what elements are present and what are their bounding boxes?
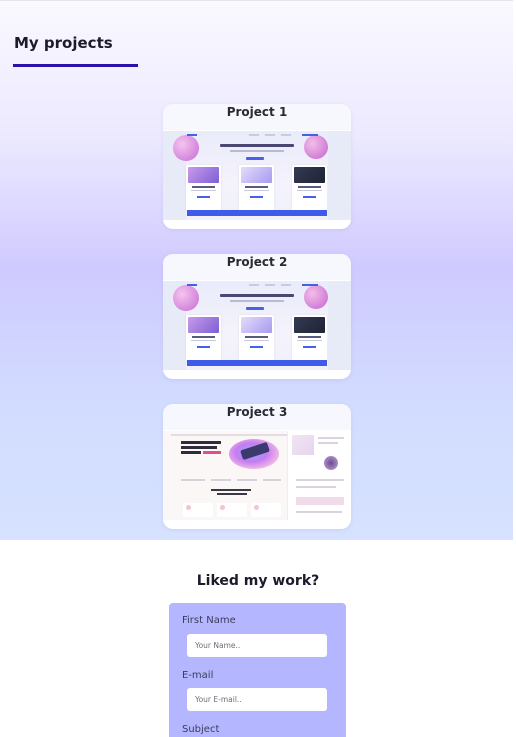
thumbnail-nav: [187, 134, 327, 137]
thumbnail-subheading: [211, 489, 251, 491]
thumbnail-nav: [171, 434, 291, 436]
thumbnail-subheading: [217, 493, 247, 495]
thumbnail-card: [186, 165, 221, 211]
thumbnail-blob: [304, 135, 328, 159]
projects-section: My projects Project 1 Project 2 Project …: [0, 0, 513, 540]
project-thumbnail[interactable]: [163, 131, 351, 220]
thumbnail-side: [328, 281, 351, 370]
thumbnail-footer: [187, 360, 327, 366]
thumbnail-footer: [187, 210, 327, 216]
subject-label: Subject: [182, 724, 220, 735]
project-card-1[interactable]: Project 1: [163, 104, 351, 229]
first-name-input[interactable]: [187, 634, 327, 657]
thumbnail-card: [239, 315, 274, 361]
thumbnail-heading: [181, 446, 217, 449]
thumbnail-card: [239, 165, 274, 211]
thumbnail-heading: [181, 441, 221, 444]
thumbnail-blob: [173, 135, 199, 161]
thumbnail-nav: [187, 284, 327, 287]
email-label: E-mail: [182, 670, 214, 681]
email-input[interactable]: [187, 688, 327, 711]
thumbnail-blob: [304, 285, 328, 309]
thumbnail-subheading: [230, 300, 284, 302]
thumbnail-card: [292, 315, 327, 361]
project-card-3[interactable]: Project 3: [163, 404, 351, 529]
thumbnail-line: [296, 486, 336, 488]
contact-title: Liked my work?: [196, 573, 320, 589]
thumbnail-card: [186, 315, 221, 361]
first-name-label: First Name: [182, 615, 236, 626]
thumbnail-accent: [203, 451, 221, 454]
thumbnail-tile: [183, 503, 213, 517]
title-underline: [13, 64, 138, 67]
project-thumbnail[interactable]: [163, 431, 351, 520]
section-title: My projects: [14, 34, 113, 52]
project-title: Project 3: [226, 405, 288, 419]
thumbnail-line: [318, 437, 344, 439]
thumbnail-blob: [173, 285, 199, 311]
thumbnail-tile: [251, 503, 281, 517]
project-title: Project 2: [226, 255, 288, 269]
thumbnail-line: [296, 511, 342, 513]
thumbnail-heading: [220, 144, 294, 147]
thumbnail-tile: [217, 503, 247, 517]
thumbnail-button: [246, 157, 264, 160]
project-title: Project 1: [226, 105, 288, 119]
thumbnail-row: [181, 479, 205, 481]
thumbnail-button: [246, 307, 264, 310]
thumbnail-heading: [220, 294, 294, 297]
thumbnail-block: [292, 435, 314, 455]
thumbnail-row: [263, 479, 281, 481]
thumbnail-card: [292, 165, 327, 211]
thumbnail-line: [296, 479, 344, 481]
project-thumbnail[interactable]: [163, 281, 351, 370]
thumbnail-subheading: [230, 150, 284, 152]
thumbnail-row: [237, 479, 257, 481]
project-card-2[interactable]: Project 2: [163, 254, 351, 379]
thumbnail-heading: [181, 451, 201, 454]
thumbnail-banner: [296, 497, 344, 505]
thumbnail-avatar: [324, 456, 338, 470]
thumbnail-line: [318, 442, 338, 444]
contact-form: First Name E-mail Subject: [169, 603, 346, 737]
thumbnail-side: [328, 131, 351, 220]
thumbnail-side-panel: [287, 431, 351, 520]
thumbnail-row: [211, 479, 231, 481]
